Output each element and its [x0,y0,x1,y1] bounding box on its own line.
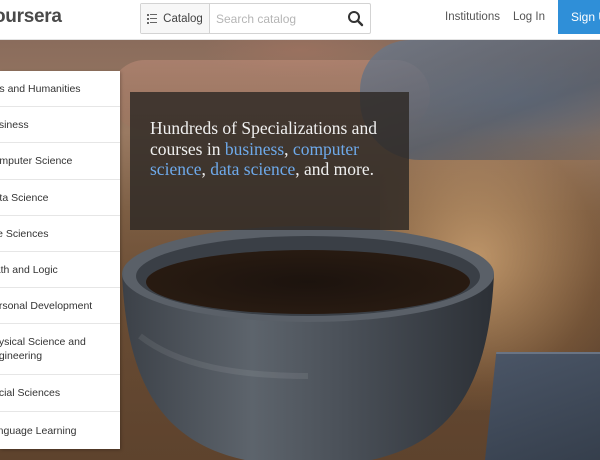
tagline-separator: , [284,138,293,159]
data-science-link[interactable]: data science [210,159,295,179]
catalog-button-label: Catalog [163,12,203,25]
category-item-math-logic[interactable]: Math and Logic [0,252,120,288]
category-item-physical-science-engineering[interactable]: Physical Science and Engineering [0,324,120,375]
category-item-life-sciences[interactable]: Life Sciences [0,216,120,252]
search-input[interactable] [211,4,341,33]
coffee-cup-image [122,226,494,460]
category-label: Math and Logic [0,263,58,276]
category-label: Physical Science and Engineering [0,336,86,362]
tagline-separator: , [201,159,211,179]
signup-button[interactable]: Sign Up [558,0,600,34]
hero-tagline: Hundreds of Specializations and courses … [150,118,389,180]
category-menu: Arts and Humanities Business Computer Sc… [0,71,120,449]
login-link[interactable]: Log In [513,11,545,23]
search-button[interactable] [346,9,366,29]
category-label: Computer Science [0,155,73,167]
category-label: Life Sciences [0,227,49,240]
category-item-personal-development[interactable]: Personal Development [0,288,120,324]
business-link[interactable]: business [225,139,284,159]
category-item-arts-humanities[interactable]: Arts and Humanities [0,71,120,107]
category-item-computer-science[interactable]: Computer Science [0,143,120,180]
category-item-language-learning[interactable]: Language Learning [0,412,120,449]
search-icon [348,11,364,27]
category-label: Social Sciences [0,387,61,399]
category-item-data-science[interactable]: Data Science [0,180,120,216]
tagline-text: , and more. [295,159,374,179]
category-label: Language Learning [0,424,77,437]
category-label: Business [0,118,29,131]
institutions-link[interactable]: Institutions [445,11,500,23]
category-label: Personal Development [0,299,93,312]
hero-tagline-box: Hundreds of Specializations and courses … [130,92,409,230]
category-label: Arts and Humanities [0,82,81,95]
top-header: oursera Catalog Institutions Log In Sign… [0,0,600,40]
catalog-search-bar: Catalog [140,3,371,34]
list-icon [147,13,158,24]
category-item-business[interactable]: Business [0,107,120,143]
coursera-logo[interactable]: oursera [0,6,62,28]
category-item-social-sciences[interactable]: Social Sciences [0,375,120,412]
hero-background-napkin [483,352,600,460]
category-label: Data Science [0,191,49,204]
catalog-button[interactable]: Catalog [141,4,210,33]
